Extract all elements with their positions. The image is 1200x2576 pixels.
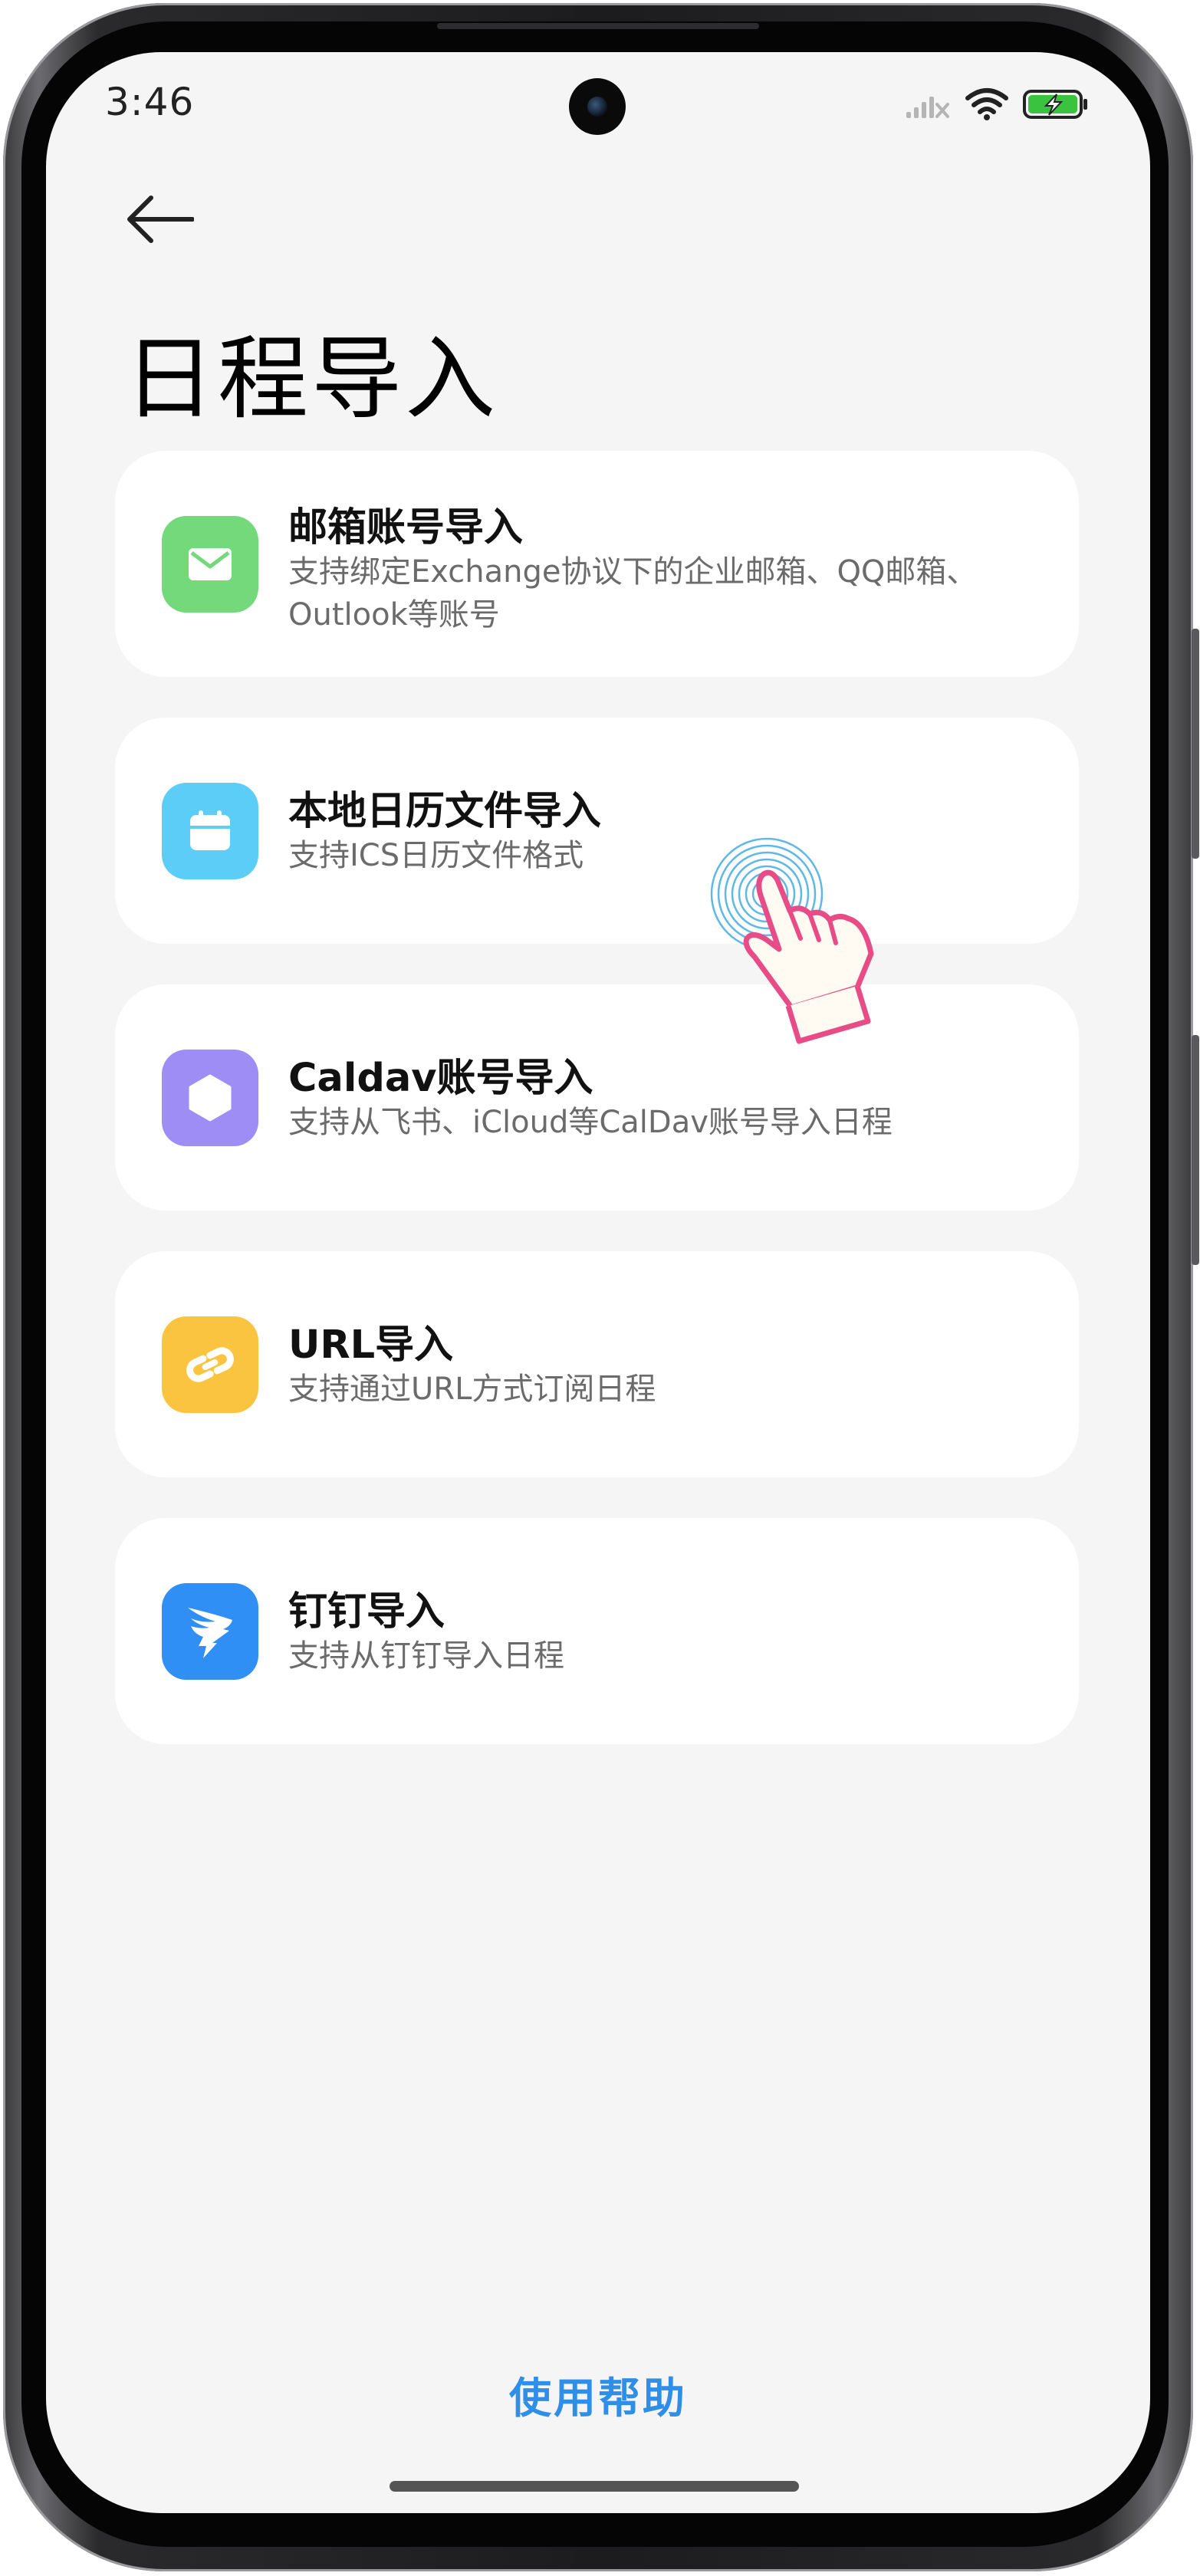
calendar-icon <box>162 783 258 879</box>
front-camera <box>569 78 626 135</box>
back-button[interactable] <box>121 182 198 259</box>
card-description: 支持ICS日历文件格式 <box>288 838 584 873</box>
url-import-card[interactable]: URL导入 支持通过URL方式订阅日程 <box>115 1251 1079 1477</box>
phone-frame: 3:46 日程导入 邮箱账号导入 支持绑定Exchange协议下的企业邮箱、QQ… <box>0 0 1200 2576</box>
hexagon-icon <box>162 1050 258 1146</box>
card-title: Caldav账号导入 <box>288 1056 593 1101</box>
card-description: 支持从飞书、iCloud等CalDav账号导入日程 <box>288 1105 893 1140</box>
volume-button <box>1192 629 1199 859</box>
link-icon <box>162 1316 258 1413</box>
card-description: 支持通过URL方式订阅日程 <box>288 1372 656 1407</box>
arrow-left-icon <box>125 195 195 247</box>
card-title: 钉钉导入 <box>288 1589 445 1635</box>
card-title: 邮箱账号导入 <box>288 505 524 550</box>
battery-charging-icon <box>1023 88 1089 123</box>
screen: 3:46 日程导入 邮箱账号导入 支持绑定Exchange协议下的企业邮箱、QQ… <box>46 52 1150 2513</box>
home-indicator[interactable] <box>390 2481 799 2492</box>
page-title: 日程导入 <box>124 326 499 432</box>
help-link[interactable]: 使用帮助 <box>46 2364 1150 2425</box>
dingtalk-import-card[interactable]: 钉钉导入 支持从钉钉导入日程 <box>115 1518 1079 1744</box>
status-time: 3:46 <box>105 80 195 124</box>
mail-icon <box>162 516 258 613</box>
status-icons <box>905 83 1089 129</box>
card-description: 支持从钉钉导入日程 <box>288 1638 564 1674</box>
email-account-import-card[interactable]: 邮箱账号导入 支持绑定Exchange协议下的企业邮箱、QQ邮箱、Outlook… <box>115 451 1079 677</box>
card-title: URL导入 <box>288 1322 454 1368</box>
card-title: 本地日历文件导入 <box>288 789 602 834</box>
tap-gesture-indicator <box>707 834 891 1056</box>
wifi-icon <box>965 87 1009 124</box>
local-calendar-file-import-card[interactable]: 本地日历文件导入 支持ICS日历文件格式 <box>115 718 1079 944</box>
card-description: 支持绑定Exchange协议下的企业邮箱、QQ邮箱、Outlook等账号 <box>288 554 978 632</box>
caldav-account-import-card[interactable]: Caldav账号导入 支持从飞书、iCloud等CalDav账号导入日程 <box>115 984 1079 1211</box>
cellular-signal-icon <box>905 89 951 123</box>
power-button <box>1192 1035 1199 1265</box>
dingtalk-icon <box>162 1583 258 1680</box>
speaker-grill <box>437 23 759 29</box>
